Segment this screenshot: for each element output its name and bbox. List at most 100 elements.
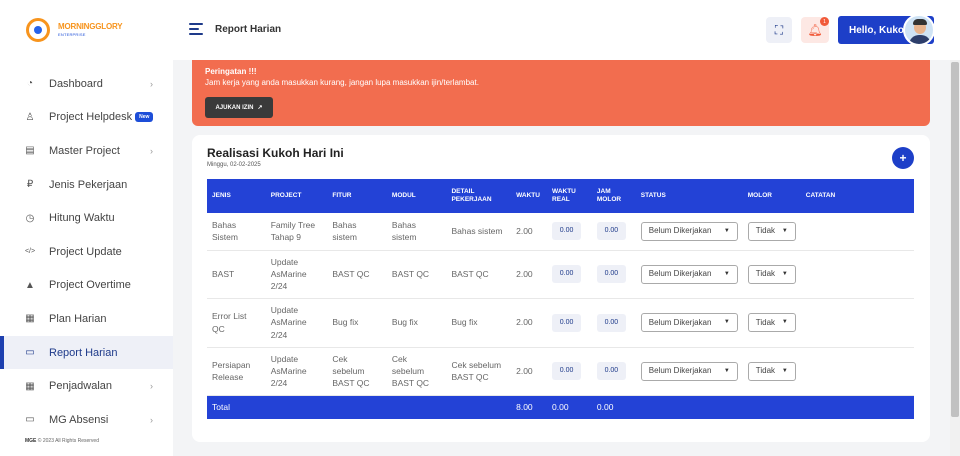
molor-select-value: Tidak bbox=[755, 269, 776, 279]
cell-jenis: BAST bbox=[207, 250, 266, 299]
rupiah-icon: ₽ bbox=[26, 179, 34, 191]
molor-select[interactable]: Tidak ▼ bbox=[747, 313, 796, 332]
status-select[interactable]: Belum Dikerjakan ▼ bbox=[640, 221, 738, 241]
ajukan-izin-button[interactable]: AJUKAN IZIN ↗ bbox=[205, 97, 273, 118]
cell-waktu: 2.00 bbox=[511, 213, 548, 251]
table-row: Persiapan Release Update AsMarine 2/24 Cek… bbox=[207, 347, 914, 396]
molor-select[interactable]: Tidak ▼ bbox=[747, 221, 796, 241]
chevron-right-icon: › bbox=[150, 381, 153, 392]
status-select[interactable]: Belum Dikerjakan ▼ bbox=[640, 313, 738, 332]
column-header-status: STATUS bbox=[635, 179, 743, 213]
brand-name: MORNINGGLORY bbox=[58, 22, 123, 31]
molor-select[interactable]: Tidak ▼ bbox=[747, 361, 796, 381]
menu-toggle-icon[interactable] bbox=[189, 23, 203, 35]
sidebar-item-report-harian[interactable]: ▭ Report Harian bbox=[0, 335, 173, 370]
chevron-right-icon: › bbox=[150, 78, 153, 89]
new-badge: New bbox=[135, 112, 154, 123]
cell-catatan bbox=[800, 213, 914, 251]
report-title: Realisasi Kukoh Hari Ini bbox=[207, 146, 344, 160]
waktu-real-input[interactable]: 0.00 bbox=[552, 313, 582, 332]
cell-modul: Bahas sistem bbox=[386, 213, 447, 251]
status-select[interactable]: Belum Dikerjakan ▼ bbox=[640, 264, 738, 284]
add-report-button[interactable]: + bbox=[892, 147, 914, 169]
waktu-real-input[interactable]: 0.00 bbox=[552, 362, 582, 380]
total-waktu-real: 0.00 bbox=[547, 395, 592, 419]
cell-catatan bbox=[800, 298, 914, 348]
column-header-modul: MODUL bbox=[386, 179, 447, 213]
cell-modul: BAST QC bbox=[386, 250, 447, 299]
column-header-detail-pekerjaan: DETAIL PEKERJAAN bbox=[446, 179, 512, 213]
sidebar-item-penjadwalan[interactable]: ▦ Penjadwalan › bbox=[0, 369, 173, 403]
jam-molor-input[interactable]: 0.00 bbox=[596, 313, 626, 332]
code-icon: </> bbox=[24, 248, 36, 256]
sidebar-item-label: Jenis Pekerjaan bbox=[49, 178, 128, 191]
id-card-icon: ▭ bbox=[25, 414, 35, 426]
chevron-right-icon: › bbox=[150, 145, 153, 156]
brand-logo[interactable]: MORNINGGLORY ENTERPRISE bbox=[26, 18, 123, 42]
molor-select[interactable]: Tidak ▼ bbox=[747, 264, 796, 284]
caret-down-icon: ▼ bbox=[723, 270, 730, 277]
column-header-molor: MOLOR bbox=[742, 179, 801, 213]
cell-project: Update AsMarine 2/24 bbox=[265, 347, 328, 396]
sidebar-item-jenis-pekerjaan[interactable]: ₽ Jenis Pekerjaan bbox=[0, 168, 173, 202]
caret-down-icon: ▼ bbox=[781, 319, 788, 326]
total-jam-molor: 0.00 bbox=[591, 395, 636, 419]
sidebar-item-label: Report Harian bbox=[49, 346, 118, 359]
cell-waktu: 2.00 bbox=[511, 298, 548, 348]
cell-project: Update AsMarine 2/24 bbox=[265, 298, 328, 348]
table-row: Bahas Sistem Family Tree Tahap 9 Bahas sis… bbox=[207, 213, 914, 251]
calendar-check-icon: ▦ bbox=[25, 313, 35, 325]
column-header-fitur: FITUR bbox=[327, 179, 387, 213]
calendar-icon: ▦ bbox=[25, 380, 35, 392]
sidebar-item-project-overtime[interactable]: ▲ Project Overtime bbox=[0, 269, 173, 303]
avatar[interactable] bbox=[903, 14, 935, 46]
sidebar-item-label: Hitung Waktu bbox=[49, 212, 115, 225]
sidebar: MORNINGGLORY ENTERPRISE ◔ Dashboard › ♙ Proj… bbox=[0, 0, 173, 456]
report-icon: ▭ bbox=[25, 347, 35, 359]
cell-detail-pekerjaan: Cek sebelum BAST QC bbox=[446, 347, 512, 396]
sidebar-item-mg-absensi[interactable]: ▭ MG Absensi › bbox=[0, 403, 173, 437]
molor-select-value: Tidak bbox=[755, 317, 776, 327]
cell-fitur: BAST QC bbox=[327, 250, 387, 299]
column-header-jam-molor: JAM MOLOR bbox=[591, 179, 636, 213]
cell-waktu: 2.00 bbox=[511, 347, 548, 396]
caret-down-icon: ▼ bbox=[723, 367, 730, 374]
cell-modul: Bug fix bbox=[386, 298, 447, 348]
sidebar-item-dashboard[interactable]: ◔ Dashboard › bbox=[0, 67, 173, 101]
notification-button[interactable]: 🔔︎ 1 bbox=[801, 17, 829, 43]
caret-down-icon: ▼ bbox=[781, 270, 788, 277]
sidebar-item-project-helpdesk[interactable]: ♙ Project Helpdesk New bbox=[0, 101, 173, 135]
molor-select-value: Tidak bbox=[755, 226, 776, 236]
sidebar-item-master-project[interactable]: ▤ Master Project › bbox=[0, 134, 173, 168]
warning-title: Peringatan !!! bbox=[205, 67, 257, 76]
table-row: BAST Update AsMarine 2/24 BAST QC BAST QC BA… bbox=[207, 250, 914, 299]
jam-molor-input[interactable]: 0.00 bbox=[596, 265, 626, 283]
cell-jenis: Persiapan Release bbox=[207, 347, 266, 396]
plus-icon: + bbox=[899, 151, 907, 165]
helpdesk-icon: ♙ bbox=[25, 111, 35, 123]
scrollbar-thumb[interactable] bbox=[951, 62, 959, 417]
report-date: Minggu, 02-02-2025 bbox=[207, 162, 261, 168]
column-header-waktu: WAKTU bbox=[511, 179, 548, 213]
sidebar-item-label: Project Helpdesk bbox=[49, 111, 133, 124]
status-select[interactable]: Belum Dikerjakan ▼ bbox=[640, 361, 738, 381]
sidebar-item-project-update[interactable]: </> Project Update bbox=[0, 235, 173, 269]
sidebar-item-hitung-waktu[interactable]: ◷ Hitung Waktu bbox=[0, 201, 173, 235]
waktu-real-input[interactable]: 0.00 bbox=[552, 265, 582, 283]
sidebar-item-plan-harian[interactable]: ▦ Plan Harian bbox=[0, 302, 173, 336]
fullscreen-button[interactable]: ⛶ bbox=[766, 17, 792, 43]
ajukan-izin-label: AJUKAN IZIN bbox=[215, 104, 254, 111]
notification-count-badge: 1 bbox=[820, 17, 829, 26]
cell-fitur: Bahas sistem bbox=[327, 213, 387, 251]
warning-alert: Peringatan !!! Jam kerja yang anda masuk… bbox=[192, 60, 930, 126]
cell-catatan bbox=[800, 347, 914, 396]
column-header-project: PROJECT bbox=[265, 179, 328, 213]
total-waktu: 8.00 bbox=[511, 395, 548, 419]
jam-molor-input[interactable]: 0.00 bbox=[596, 222, 626, 241]
jam-molor-input[interactable]: 0.00 bbox=[596, 362, 626, 380]
cell-catatan bbox=[800, 250, 914, 299]
sidebar-item-label: Plan Harian bbox=[49, 312, 107, 325]
column-header-catatan: CATATAN bbox=[800, 179, 914, 213]
waktu-real-input[interactable]: 0.00 bbox=[552, 222, 582, 241]
bell-icon: 🔔︎ bbox=[807, 23, 823, 37]
